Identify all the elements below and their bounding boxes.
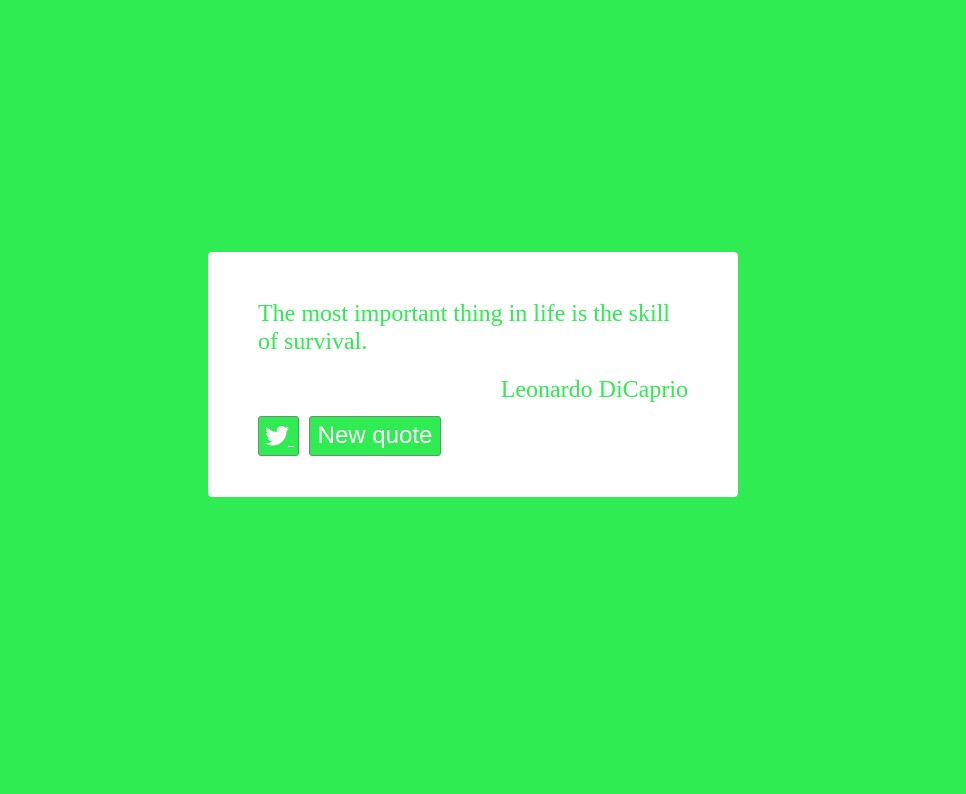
tweet-underscore <box>288 446 294 447</box>
quote-text: The most important thing in life is the … <box>258 301 670 355</box>
new-quote-button[interactable]: New quote <box>309 416 441 456</box>
quote-author: Leonardo DiCaprio <box>500 377 688 403</box>
twitter-bird-icon <box>264 426 289 446</box>
tweet-button[interactable] <box>258 416 299 456</box>
quote-card: The most important thing in life is the … <box>208 252 738 497</box>
